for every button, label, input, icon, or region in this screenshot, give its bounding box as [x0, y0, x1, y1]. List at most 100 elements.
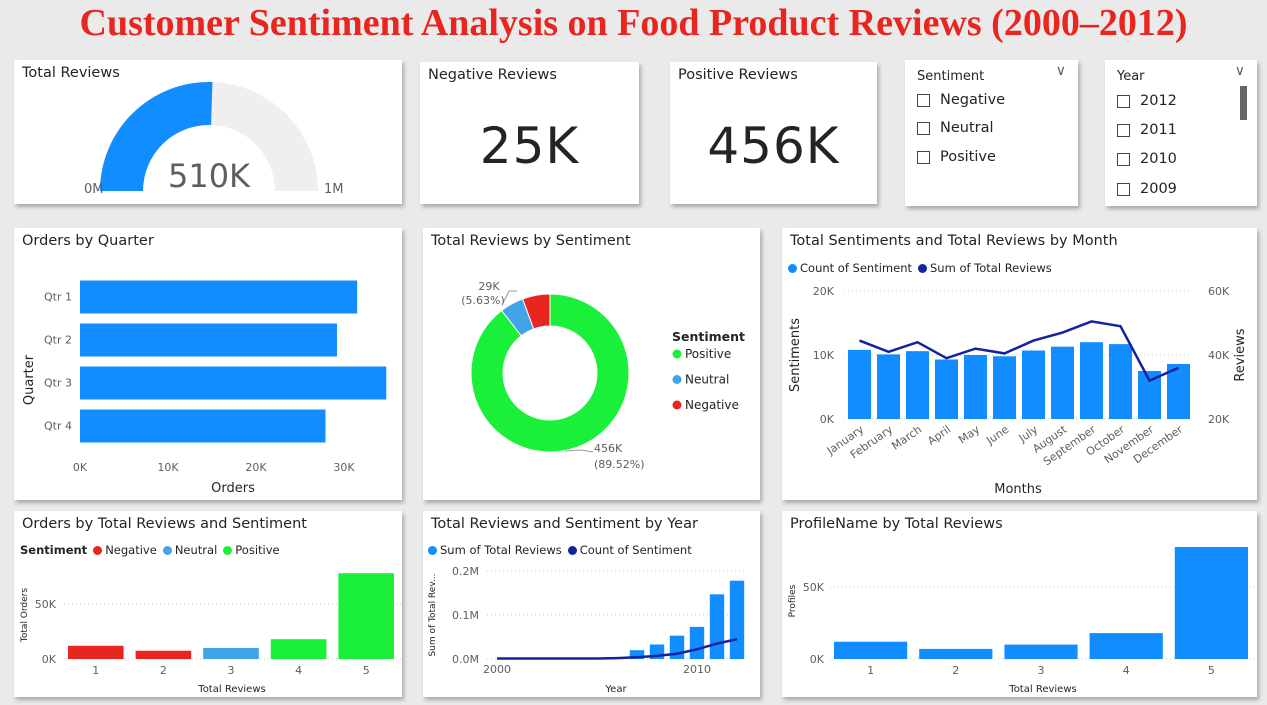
orders-by-quarter-card[interactable]: Orders by Quarter Qtr 1 Qtr 2 Qtr 3 Qtr 4 0K…: [14, 228, 402, 500]
legend-label: Neutral: [685, 373, 729, 387]
x-tick-label: 2: [160, 664, 167, 677]
x-tick-label: 1: [867, 664, 874, 677]
card-title: Positive Reviews: [678, 67, 798, 83]
positive-reviews-value: 456K: [707, 117, 840, 175]
negative-reviews-value: 25K: [479, 117, 580, 175]
gauge-value: 510K: [168, 157, 251, 195]
orders-by-reviews-card[interactable]: Orders by Total Reviews and Sentiment Se…: [14, 511, 402, 697]
positive-reviews-card[interactable]: Positive Reviews 456K: [670, 62, 877, 204]
reviews-by-sentiment-card[interactable]: Total Reviews by Sentiment 29K (5.63%) 456…: [423, 228, 760, 500]
x-tick-label: 2000: [483, 663, 511, 676]
chevron-down-icon[interactable]: ∨: [1056, 63, 1066, 79]
legend-dot: [672, 375, 682, 384]
option-label: Positive: [940, 149, 996, 165]
x-tick-label: 4: [1123, 664, 1130, 677]
y-tick-label: 0.2M: [452, 565, 479, 578]
negative-reviews-card[interactable]: Negative Reviews 25K: [420, 62, 639, 204]
checkbox[interactable]: [1117, 123, 1130, 137]
reviews-by-year-chart: 0.0M 0.1M 0.2M 2000 2010 Year Sum of Total Rev…: [428, 565, 747, 695]
year-option-2012[interactable]: 2012: [1117, 90, 1177, 112]
orders-bar: [135, 650, 192, 659]
quarter-bar: [80, 280, 358, 314]
x-axis-title: Total Reviews: [1008, 684, 1076, 695]
y-tick-label: 50K: [803, 581, 825, 594]
sentiment-option-negative[interactable]: Negative: [917, 89, 1005, 111]
x-tick-label: June: [983, 423, 1011, 448]
sentiment-slicer[interactable]: Sentiment ∨ Negative Neutral Positive: [905, 60, 1078, 206]
y2-tick-label: 60K: [1208, 285, 1230, 298]
checkbox[interactable]: [917, 150, 930, 164]
reviews-by-year-card[interactable]: Total Reviews and Sentiment by Year Sum …: [423, 511, 760, 697]
y2-tick-label: 20K: [1208, 413, 1230, 426]
option-label: 2010: [1140, 151, 1177, 167]
y-tick-label: 0K: [820, 413, 835, 426]
y-axis-title: Sum of Total Rev...: [428, 573, 438, 656]
month-bar: [877, 354, 900, 419]
profile-bar: [1004, 644, 1078, 659]
x-tick-label: 3: [228, 664, 235, 677]
x-tick-label: 10K: [157, 461, 179, 474]
data-label: 29K: [478, 280, 500, 293]
y2-tick-label: 40K: [1208, 349, 1230, 362]
sentiments-by-month-card[interactable]: Total Sentiments and Total Reviews by Mo…: [782, 228, 1257, 500]
x-axis-title: Year: [604, 684, 627, 695]
profile-bar: [919, 648, 993, 659]
x-tick-label: April: [925, 423, 953, 448]
reviews-by-sentiment-chart: 29K(5.63%) 456K (89.52%) Sentiment Positive N…: [461, 280, 745, 471]
x-tick-label: 30K: [333, 461, 355, 474]
scrollbar-thumb[interactable]: [1240, 86, 1247, 120]
year-option-2011[interactable]: 2011: [1117, 119, 1177, 141]
x-tick-label: 3: [1038, 664, 1045, 677]
x-tick-label: 1: [92, 664, 99, 677]
month-bar: [1022, 350, 1045, 419]
checkbox[interactable]: [1117, 152, 1130, 166]
x-tick-label: 20K: [245, 461, 267, 474]
profile-bar: [1089, 633, 1163, 659]
slicer-title: Year: [1117, 69, 1145, 84]
sentiment-option-neutral[interactable]: Neutral: [917, 117, 994, 139]
x-tick-label: 0K: [73, 461, 88, 474]
quarter-bar: [80, 323, 337, 357]
sentiments-by-month-chart: 0K 20K10K 40K20K 60KJanuaryFebruaryMarch Apr…: [788, 285, 1248, 497]
orders-bar: [203, 648, 259, 659]
data-label: 456K: [594, 442, 623, 455]
sentiment-option-positive[interactable]: Positive: [917, 146, 996, 168]
checkbox[interactable]: [917, 121, 930, 135]
legend-label: Positive: [685, 347, 731, 361]
x-axis-title: Orders: [211, 481, 255, 496]
profile-bar: [834, 641, 908, 659]
profile-bar: [1174, 547, 1248, 659]
total-reviews-gauge-card[interactable]: Total Reviews 510K 0M 1M: [14, 60, 402, 204]
month-bar: [1109, 344, 1132, 419]
data-label: (5.63%): [461, 294, 505, 307]
month-bar: [993, 356, 1016, 419]
profilename-by-reviews-chart: 0K 50K 1 2 3 4 5 Total Reviews Profiles: [788, 547, 1256, 695]
x-tick-label: 5: [1208, 664, 1215, 677]
month-bar: [1080, 342, 1103, 419]
y-axis-title: Profiles: [788, 584, 798, 617]
orders-by-quarter-chart: Qtr 1 Qtr 2 Qtr 3 Qtr 4 0K 10K 20K 30K Orders Qua…: [22, 280, 387, 496]
checkbox[interactable]: [1117, 182, 1130, 196]
checkbox[interactable]: [1117, 94, 1130, 108]
year-bar: [689, 626, 705, 659]
y-tick-label: 0.1M: [452, 609, 479, 622]
year-option-2009[interactable]: 2009: [1117, 178, 1177, 200]
year-slicer[interactable]: Year ∨ 2012 2011 2010 2009: [1105, 60, 1257, 206]
chevron-down-icon[interactable]: ∨: [1235, 63, 1245, 79]
checkbox[interactable]: [917, 93, 930, 107]
month-bar: [964, 355, 987, 419]
month-bar: [848, 349, 871, 419]
y-tick-label: 50K: [35, 598, 57, 611]
year-option-2010[interactable]: 2010: [1117, 148, 1177, 170]
x-tick-label: 4: [295, 664, 302, 677]
profilename-by-reviews-card[interactable]: ProfileName by Total Reviews 0K 50K 1 2 3 4 5 T…: [782, 511, 1257, 697]
month-bar: [1051, 346, 1074, 419]
y2-axis-title: Reviews: [1233, 328, 1248, 381]
x-axis-title: Total Reviews: [197, 684, 265, 695]
x-tick-label: May: [956, 423, 982, 447]
page-title: Customer Sentiment Analysis on Food Prod…: [79, 2, 1188, 44]
option-label: 2011: [1140, 122, 1177, 138]
y-tick-label: 10K: [813, 349, 835, 362]
gauge-min-label: 0M: [84, 182, 104, 197]
gauge-chart: 510K 0M 1M: [84, 82, 344, 197]
